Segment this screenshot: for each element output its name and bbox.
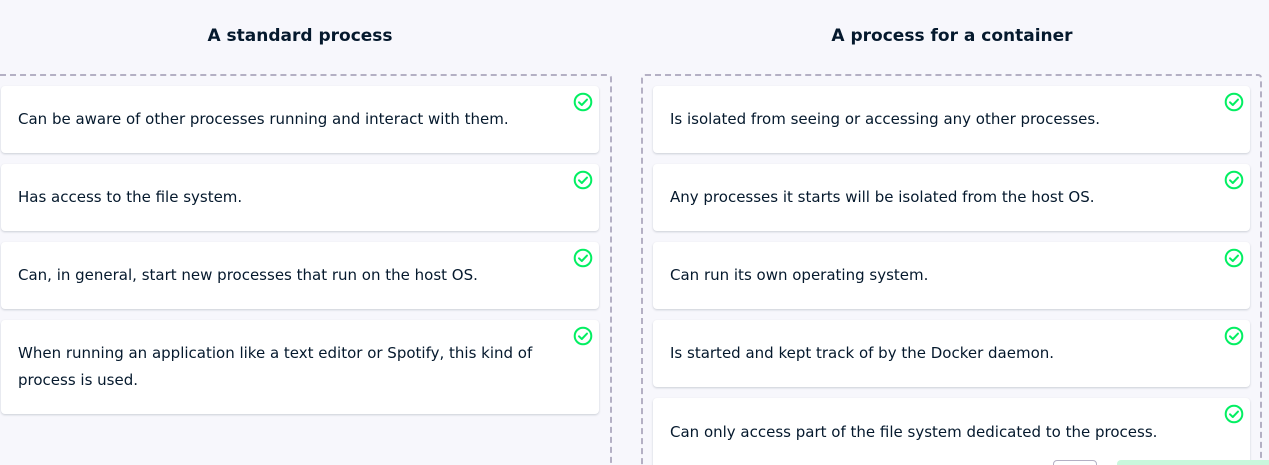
answer-card-text: When running an application like a text … <box>18 344 533 389</box>
answer-card-text: Is started and kept track of by the Dock… <box>670 344 1055 362</box>
check-circle-icon <box>573 92 593 112</box>
answer-card-text: Can, in general, start new processes tha… <box>18 266 478 284</box>
answer-card-text: Any processes it starts will be isolated… <box>670 188 1095 206</box>
answer-card[interactable]: Can be aware of other processes running … <box>1 86 599 153</box>
column-title-container-process: A process for a container <box>831 26 1073 46</box>
drag-drop-exercise: A standard process Can be aware of other… <box>0 0 1269 465</box>
answer-card[interactable]: Is started and kept track of by the Dock… <box>653 320 1250 387</box>
check-circle-icon <box>1224 170 1244 190</box>
answer-card-text: Is isolated from seeing or accessing any… <box>670 110 1100 128</box>
answer-card[interactable]: Can run its own operating system. <box>653 242 1250 309</box>
primary-button[interactable] <box>1117 460 1269 465</box>
answer-card-text: Can only access part of the file system … <box>670 423 1158 441</box>
check-circle-icon <box>1224 92 1244 112</box>
check-circle-icon <box>1224 404 1244 424</box>
secondary-button[interactable] <box>1053 460 1097 465</box>
answer-card-text: Can run its own operating system. <box>670 266 929 284</box>
check-circle-icon <box>573 326 593 346</box>
answer-card[interactable]: Has access to the file system. <box>1 164 599 231</box>
answer-card[interactable]: When running an application like a text … <box>1 320 599 414</box>
column-title-standard-process: A standard process <box>207 26 393 46</box>
answer-card-text: Has access to the file system. <box>18 188 243 206</box>
check-circle-icon <box>1224 326 1244 346</box>
check-circle-icon <box>573 170 593 190</box>
answer-card[interactable]: Can only access part of the file system … <box>653 398 1250 465</box>
answer-card-text: Can be aware of other processes running … <box>18 110 509 128</box>
check-circle-icon <box>1224 248 1244 268</box>
check-circle-icon <box>573 248 593 268</box>
answer-card[interactable]: Is isolated from seeing or accessing any… <box>653 86 1250 153</box>
answer-card[interactable]: Can, in general, start new processes tha… <box>1 242 599 309</box>
answer-card[interactable]: Any processes it starts will be isolated… <box>653 164 1250 231</box>
